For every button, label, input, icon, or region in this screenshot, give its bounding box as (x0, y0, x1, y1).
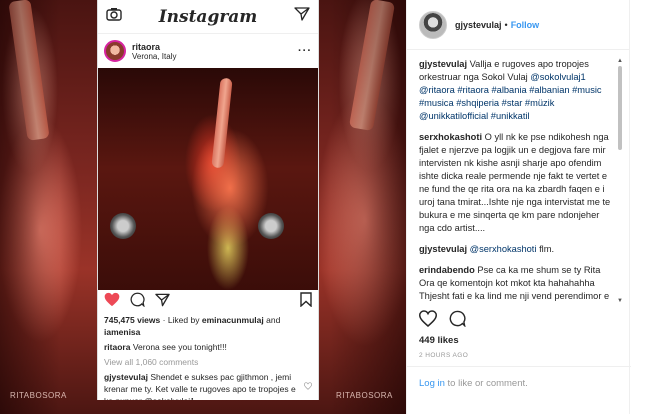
follow-button[interactable]: Follow (511, 20, 540, 30)
phone-views-line: 745,475 views · Liked by eminacunmulaj a… (98, 314, 318, 338)
scrollbar-thumb[interactable] (618, 66, 622, 150)
liked-by-prefix: · Liked by (162, 315, 200, 325)
watermark-left: RITABOSORA (10, 391, 67, 400)
post-header: gjystevulaj • Follow (407, 0, 629, 50)
share-icon (155, 293, 170, 312)
watermark-right: RITABOSORA (336, 391, 393, 400)
phone-comment: gjystevulaj Shendet e sukses pac gjithmo… (98, 371, 318, 400)
phone-comment-user: gjystevulaj (104, 372, 148, 382)
phone-caption: ritaora Verona see you tonight!!! (98, 341, 318, 353)
login-prompt: Log in to like or comment. (419, 378, 528, 389)
caption-user: ritaora (104, 342, 131, 352)
post-timestamp: 2 HOURS AGO (419, 352, 469, 359)
bookmark-icon (300, 292, 312, 312)
liked-by-and: and (266, 315, 281, 325)
header-username-link[interactable]: gjystevulaj (455, 20, 502, 30)
post-actions (418, 310, 466, 332)
comments-list[interactable]: gjystevulaj Vallja e rugoves apo tropoje… (419, 58, 615, 304)
stage-light-left (110, 213, 136, 239)
post-sidebar: gjystevulaj • Follow gjystevulaj Vallja … (406, 0, 631, 414)
instagram-topbar: Instagram (98, 0, 318, 34)
photo-arm (211, 77, 233, 169)
likes-count[interactable]: 449 likes (419, 335, 459, 346)
comments-scrollbar[interactable]: ▲ ▼ (617, 58, 623, 304)
comment-text: flm. (539, 244, 555, 254)
avatar (104, 40, 126, 62)
list-item: gjystevulaj Vallja e rugoves apo tropoje… (419, 58, 615, 123)
divider (407, 366, 631, 367)
list-item: serxhokashoti O yll nk ke pse ndikohesh … (419, 131, 615, 235)
comment-username-link[interactable]: erindabendo (419, 265, 475, 275)
direct-message-icon (294, 7, 310, 26)
caption-text: Verona see you tonight!!! (132, 342, 227, 352)
like-button[interactable] (418, 310, 438, 332)
comment-username-link[interactable]: serxhokashoti (419, 132, 482, 142)
phone-post-photo (98, 68, 318, 290)
comment-text: O yll nk ke pse ndikohesh nga fjalet e n… (419, 132, 611, 233)
views-count: 745,475 views (104, 315, 161, 325)
list-item: erindabendo Pse ca ka me shum se ty Rita… (419, 264, 615, 304)
comment-username-link[interactable]: gjystevulaj (419, 244, 467, 254)
comment-icon (130, 292, 145, 312)
liked-by-others: iamenisa (104, 327, 141, 337)
comment-mention-link[interactable]: @serxhokashoti (470, 244, 537, 254)
heart-filled-icon (104, 292, 120, 312)
phone-screenshot: Instagram ritaora Verona, Italy ··· 745,… (97, 0, 319, 400)
scroll-up-icon[interactable]: ▲ (617, 58, 623, 64)
avatar[interactable] (419, 10, 447, 39)
phone-post-actions (98, 290, 318, 314)
comment-button[interactable] (449, 310, 466, 332)
more-options-icon: ··· (298, 45, 312, 57)
phone-post-location: Verona, Italy (132, 51, 177, 61)
comment-icon (449, 310, 466, 328)
login-text: to like or comment. (447, 378, 528, 389)
separator-dot: • (504, 19, 508, 30)
heart-outline-icon (303, 381, 313, 393)
heart-outline-icon (418, 310, 438, 327)
instagram-logo: Instagram (158, 6, 258, 27)
list-item: gjystevulaj @serxhokashoti flm. (419, 243, 615, 256)
login-link[interactable]: Log in (419, 378, 445, 389)
stage-light-right (258, 213, 284, 239)
phone-post-username: ritaora (132, 41, 161, 52)
scroll-down-icon[interactable]: ▼ (617, 298, 623, 304)
phone-post-header: ritaora Verona, Italy ··· (98, 34, 318, 68)
comment-username-link[interactable]: gjystevulaj (419, 59, 467, 69)
liked-by-user: eminacunmulaj (201, 315, 264, 325)
view-all-comments: View all 1,060 comments (104, 357, 199, 367)
post-media[interactable]: RITABOSORA RITABOSORA Instagram ritaora … (0, 0, 406, 414)
camera-icon (106, 7, 122, 26)
